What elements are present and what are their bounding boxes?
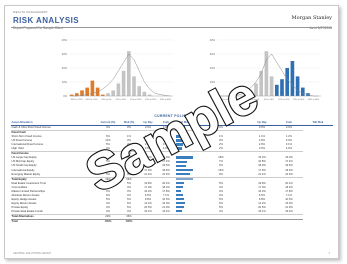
chart-bar [106, 93, 110, 96]
y-tick-label: 40% [62, 38, 68, 42]
risk-bar [175, 147, 182, 150]
risk-bar [175, 193, 183, 197]
distribution-charts: 40% 30% 20% 10% 0% -30% to -20% -20% to -10% -1… [11, 34, 333, 114]
chart-bar [147, 94, 152, 96]
cell-value [275, 219, 303, 225]
allocation-table-wrap: Asset Allocation Current (%) Risk (%) Up… [11, 121, 333, 253]
risk-bar [175, 126, 185, 129]
table-body: Cash & Ultra Short Fixed Income 4% 0% 0.0% 0… [11, 126, 333, 225]
risk-bar-cell [175, 219, 193, 225]
chart-bar [295, 76, 300, 96]
risk-bar [175, 197, 185, 201]
chart-bar [280, 79, 284, 96]
chart-bar [285, 68, 290, 96]
chart-bar [290, 61, 295, 96]
chart-bar [243, 93, 248, 96]
report-page: WEALTH MANAGEMENT RISK ANALYSIS Report P… [4, 5, 339, 259]
cell-value [89, 219, 97, 225]
risk-bar [175, 185, 184, 189]
y-tick-label: 20% [62, 66, 68, 70]
section-title: CURRENT POLICY [154, 114, 189, 118]
header-rule [11, 27, 332, 28]
row-label: Total [11, 219, 89, 225]
cell-value: 100% [97, 219, 119, 225]
x-tick-label: 0% to 10% [264, 98, 274, 101]
allocation-table: Asset Allocation Current (%) Risk (%) Up… [11, 121, 333, 225]
chart-bar [100, 94, 105, 96]
risk-bar [175, 189, 182, 193]
cell-value [157, 219, 175, 225]
chart-bar [142, 91, 147, 96]
cell-value: 100% [119, 219, 139, 225]
risk-bar [175, 168, 193, 171]
page-number: 1 [328, 252, 330, 255]
y-tick-label: 0% [211, 94, 215, 98]
x-tick-label: 10% to 20% [278, 98, 289, 101]
chart-bar [116, 83, 121, 96]
chart-bar [300, 87, 305, 96]
risk-bar [175, 139, 192, 142]
chart-bar [254, 83, 258, 96]
y-tick-label: 10% [210, 80, 216, 84]
chart-bar [111, 90, 116, 96]
y-tick-label: 30% [210, 52, 216, 56]
risk-bar [175, 172, 191, 176]
chart-bar [126, 51, 131, 96]
risk-bar [175, 201, 186, 205]
x-tick-label: -10% to 0% [249, 98, 260, 101]
chart-bar [121, 70, 126, 96]
risk-bar [175, 164, 186, 167]
y-tick-label: 20% [210, 66, 216, 70]
cell-value [139, 219, 157, 225]
x-tick-label: -20% to -10% [233, 98, 246, 101]
chart-bar [259, 70, 264, 96]
firm-tag: WEALTH MANAGEMENT [13, 11, 49, 14]
col-header: Tail Risk [303, 121, 333, 127]
risk-bar [175, 210, 183, 213]
page-title: RISK ANALYSIS [13, 16, 79, 25]
cell-value [193, 219, 249, 225]
chart-bar [132, 76, 136, 96]
cell-value [249, 219, 275, 225]
x-tick-label: 20% to 30% [293, 98, 304, 101]
y-tick-label: 40% [210, 38, 216, 42]
x-tick-label: 0% to 10% [116, 98, 126, 101]
x-tick-label: 20% to 30% [145, 98, 156, 101]
chart-bar [248, 90, 253, 96]
footer-text: CENTRAL SOLUTIONS GROUP [13, 252, 51, 255]
charts-svg: 40%30%20%10%0%-30% to -20% -20% to -10% -1… [62, 38, 321, 101]
risk-bar [175, 143, 183, 146]
risk-bar [175, 135, 181, 138]
y-tick-label: 30% [62, 52, 68, 56]
risk-bar [175, 178, 193, 181]
chart-bar [137, 86, 142, 96]
risk-bar [175, 156, 193, 159]
x-tick-label: 30% to 40% [160, 98, 171, 101]
risk-bar [175, 206, 184, 209]
x-tick-label: -10% to 0% [101, 98, 112, 101]
chart-bar [274, 84, 279, 96]
x-tick-label: -30% to -20% [218, 98, 231, 101]
x-tick-label: -30% to -20% [70, 98, 83, 101]
risk-bar [175, 160, 187, 163]
x-tick-label: -20% to -10% [85, 98, 98, 101]
y-tick-label: 0% [63, 94, 67, 98]
y-tick-label: 10% [62, 80, 68, 84]
risk-bar [175, 181, 184, 185]
table-row: Total 100% 100% [11, 219, 333, 225]
x-tick-label: 10% to 20% [130, 98, 141, 101]
section-header: CURRENT POLICY [11, 114, 332, 120]
chart-bar [269, 76, 274, 96]
brand-logo: Morgan Stanley [291, 15, 332, 21]
x-tick-label: 30% to 40% [308, 98, 319, 101]
